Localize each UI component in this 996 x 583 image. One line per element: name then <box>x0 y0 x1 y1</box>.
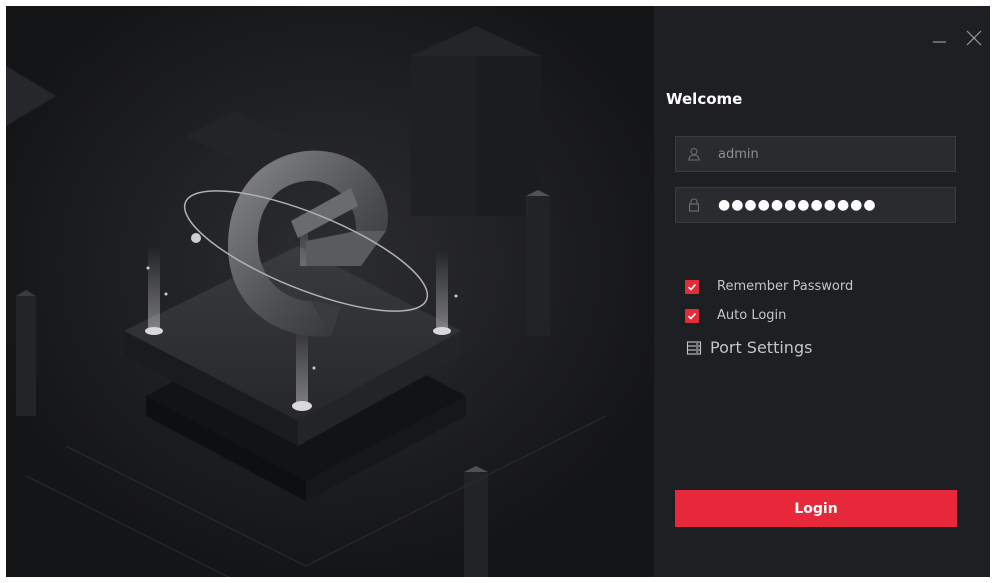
login-button[interactable]: Login <box>675 490 957 527</box>
username-input[interactable] <box>718 146 948 162</box>
username-field[interactable] <box>675 136 956 172</box>
login-panel: Welcome Remember Password <box>654 6 990 577</box>
port-settings-label: Port Settings <box>710 338 813 357</box>
close-icon[interactable] <box>964 28 984 48</box>
user-icon <box>688 147 700 161</box>
auto-login-label: Auto Login <box>717 308 787 323</box>
auto-login-checkbox[interactable]: Auto Login <box>685 308 786 323</box>
remember-password-check[interactable] <box>685 279 699 294</box>
server-icon <box>686 340 702 355</box>
login-window: Welcome Remember Password <box>6 6 990 577</box>
auto-login-check[interactable] <box>685 308 699 323</box>
password-input[interactable] <box>718 197 948 213</box>
checkmark-icon <box>687 312 697 320</box>
hero-illustration <box>6 6 654 577</box>
password-field[interactable] <box>675 187 956 223</box>
checkmark-icon <box>687 283 697 291</box>
port-settings-link[interactable]: Port Settings <box>686 338 812 357</box>
remember-password-checkbox[interactable]: Remember Password <box>685 279 853 294</box>
remember-password-label: Remember Password <box>717 279 854 294</box>
welcome-title: Welcome <box>666 90 743 108</box>
lock-icon <box>688 198 700 212</box>
minimize-icon[interactable] <box>930 28 950 48</box>
hero-artwork <box>6 6 654 577</box>
